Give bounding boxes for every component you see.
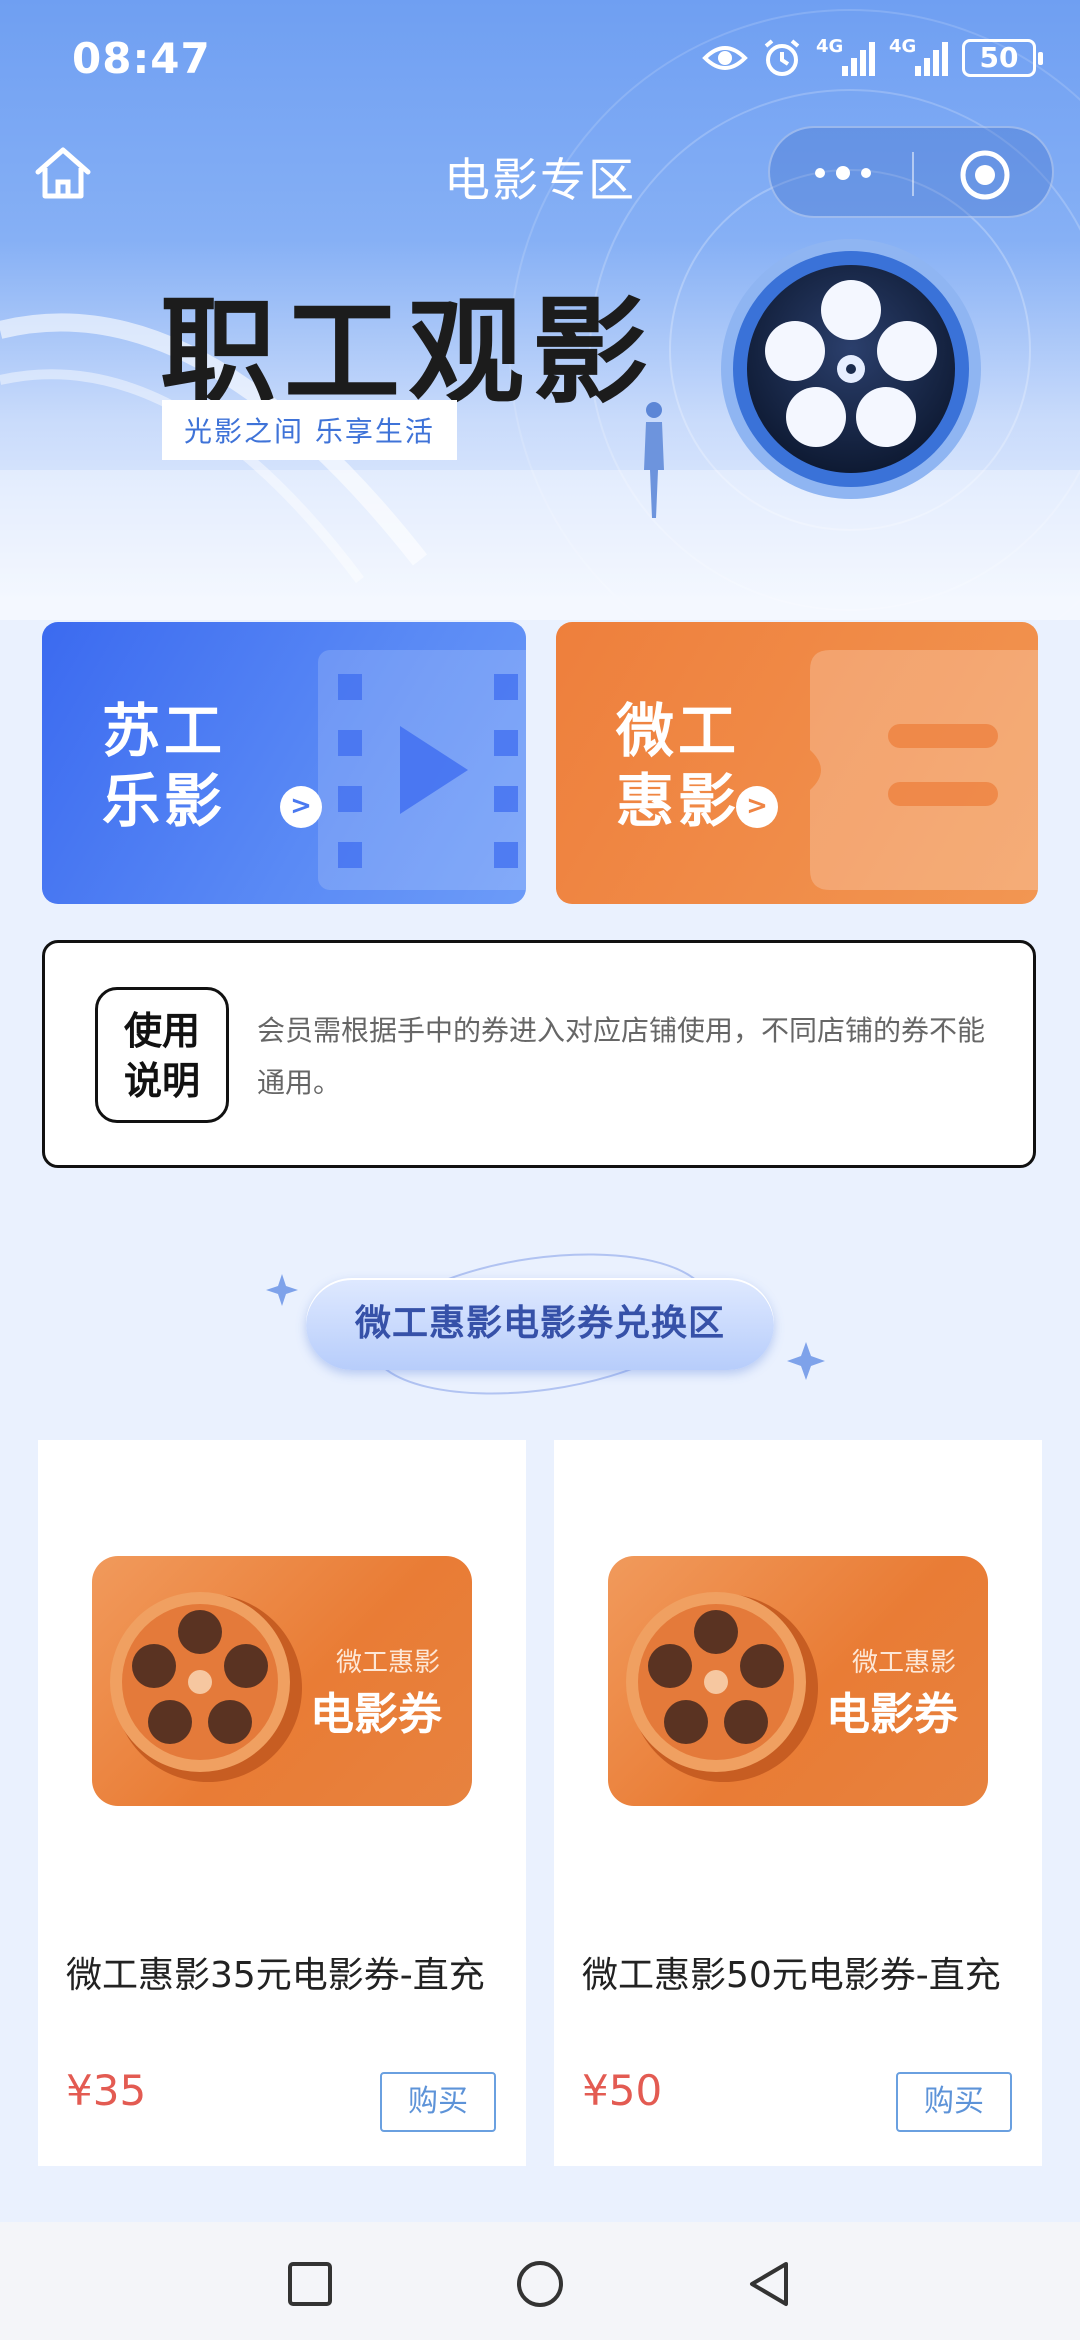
- entry-label: 苏工 乐影: [102, 696, 226, 836]
- ticket-icon: [810, 650, 1038, 890]
- film-reel-icon: [626, 1592, 818, 1782]
- entry-label-line1: 苏工: [102, 697, 227, 765]
- network-type-2: 4G: [889, 36, 917, 57]
- entry-label: 微工 惠影: [616, 696, 740, 836]
- product-image-brand: 微工惠影: [851, 1648, 956, 1678]
- entry-card-sugong[interactable]: 苏工 乐影 >: [42, 622, 526, 904]
- usage-badge-line1: 使用: [123, 1009, 200, 1053]
- signal-icon: 4G: [816, 36, 875, 76]
- product-name: 微工惠影50元电影券-直充: [582, 1955, 1001, 1996]
- film-play-icon: [318, 650, 526, 890]
- status-bar: 08:47 4G 4G 50: [0, 0, 1080, 120]
- buy-button[interactable]: 购买: [380, 2072, 496, 2132]
- mini-program-capsule: [768, 126, 1054, 218]
- square-icon[interactable]: [284, 2258, 336, 2310]
- banner-subtitle: 光影之间 乐享生活: [162, 400, 457, 460]
- product-image-title: 电影券: [826, 1689, 958, 1740]
- film-reel-icon: [721, 239, 981, 499]
- status-time: 08:47: [72, 34, 211, 83]
- entry-label-line2: 惠影: [616, 767, 741, 835]
- entry-label-line1: 微工: [616, 697, 741, 765]
- product-image-brand: 微工惠影: [335, 1648, 440, 1678]
- product-price: ¥50: [582, 2066, 663, 2115]
- system-navigation-bar: [0, 2222, 1080, 2340]
- chevron-right-icon: >: [736, 786, 778, 828]
- usage-text: 会员需根据手中的券进入对应店铺使用，不同店铺的券不能通用。: [257, 1014, 986, 1099]
- signal-icon-2: 4G: [889, 36, 948, 76]
- section-header: 微工惠影电影券兑换区: [0, 1230, 1080, 1410]
- product-name: 微工惠影35元电影券-直充: [66, 1955, 485, 1996]
- network-type-1: 4G: [816, 36, 844, 57]
- eye-icon: [702, 46, 748, 70]
- back-triangle-icon[interactable]: [744, 2258, 796, 2310]
- buy-button[interactable]: 购买: [896, 2072, 1012, 2132]
- usage-badge-line2: 说明: [123, 1059, 200, 1103]
- hero-banner: 职工观影 光影之间 乐享生活: [0, 222, 1080, 622]
- alarm-icon: [764, 39, 800, 76]
- chevron-right-icon: >: [280, 786, 322, 828]
- more-icon[interactable]: [808, 158, 878, 188]
- nav-bar: 电影专区: [0, 122, 1080, 222]
- film-reel-icon: [110, 1592, 302, 1782]
- capsule-divider: [912, 152, 914, 196]
- target-icon[interactable]: [958, 148, 1012, 202]
- product-image: 微工惠影 电影券: [608, 1556, 988, 1806]
- circle-icon[interactable]: [514, 2258, 566, 2310]
- battery-icon: 50: [962, 39, 1043, 77]
- product-image-title: 电影券: [310, 1689, 442, 1740]
- entry-label-line2: 乐影: [102, 767, 227, 835]
- product-price: ¥35: [66, 2066, 147, 2115]
- product-card[interactable]: 微工惠影 电影券 微工惠影35元电影券-直充 ¥35 购买: [38, 1440, 526, 2166]
- product-image: 微工惠影 电影券: [92, 1556, 472, 1806]
- usage-notice: 使用 说明 会员需根据手中的券进入对应店铺使用，不同店铺的券不能通用。: [42, 940, 1036, 1168]
- product-card[interactable]: 微工惠影 电影券 微工惠影50元电影券-直充 ¥50 购买: [554, 1440, 1042, 2166]
- usage-badge: 使用 说明: [95, 987, 229, 1123]
- entry-card-weigong[interactable]: 微工 惠影 >: [556, 622, 1038, 904]
- person-silhouette-icon: [644, 402, 664, 518]
- section-title: 微工惠影电影券兑换区: [306, 1278, 774, 1370]
